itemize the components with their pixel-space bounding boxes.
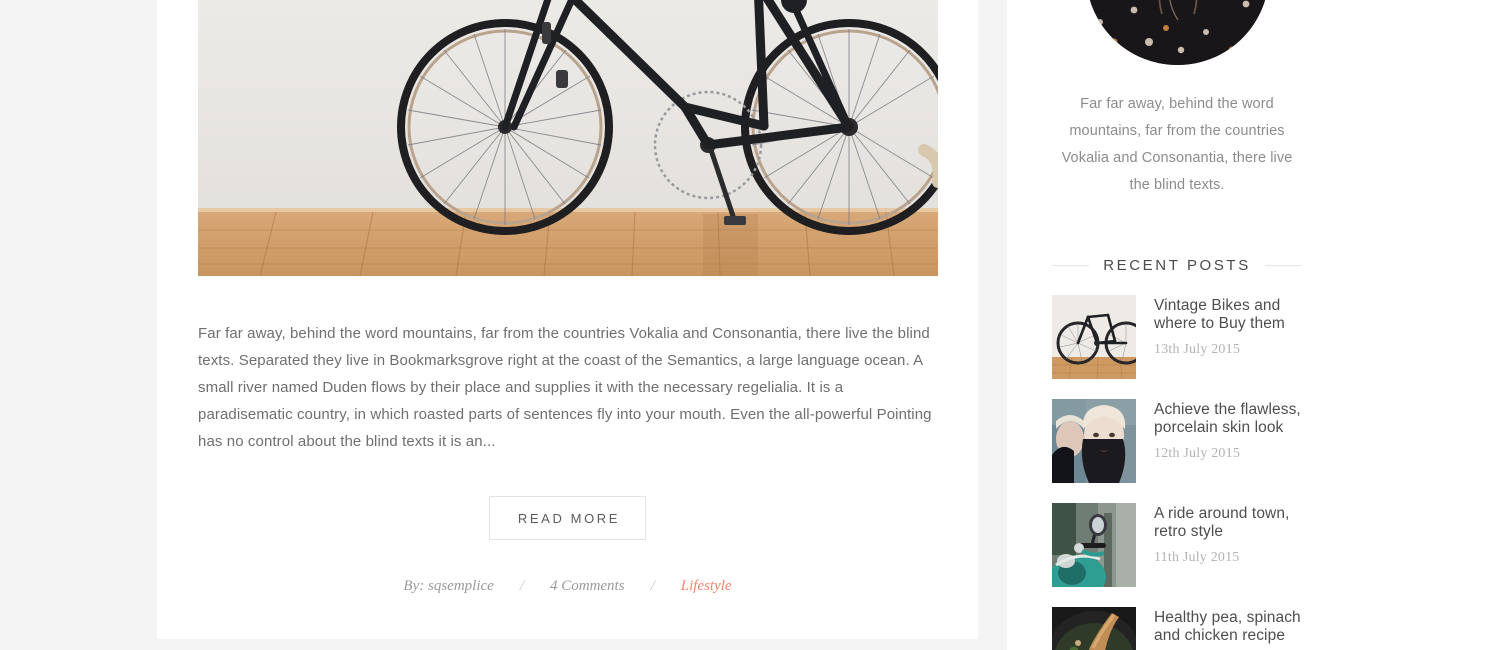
post-meta: By: sqsemplice / 4 Comments / Lifestyle bbox=[198, 578, 937, 639]
recent-post-thumbnail-food bbox=[1052, 607, 1136, 650]
about-widget bbox=[1052, 0, 1302, 65]
recent-post-thumbnail-portrait bbox=[1052, 399, 1136, 483]
recent-post-date: 11th July 2015 bbox=[1154, 550, 1240, 565]
recent-post-title: A ride around town, retro style bbox=[1154, 505, 1290, 540]
post-comments-link[interactable]: 4 Comments bbox=[550, 578, 625, 595]
avatar bbox=[1085, 0, 1269, 65]
recent-post-title: Vintage Bikes and where to Buy them bbox=[1154, 297, 1285, 332]
recent-post-item[interactable]: Healthy pea, spinach and chicken recipe … bbox=[1052, 607, 1302, 650]
post-body: Far far away, behind the word mountains,… bbox=[157, 276, 978, 639]
post-author-link[interactable]: By: sqsemplice bbox=[403, 578, 493, 595]
recent-posts-heading: RECENT POSTS bbox=[1052, 257, 1302, 274]
recent-post-thumbnail-bicycle bbox=[1052, 295, 1136, 379]
recent-post-thumbnail-scooter bbox=[1052, 503, 1136, 587]
about-text: Far far away, behind the word mountains,… bbox=[1061, 96, 1293, 193]
meta-separator-1: / bbox=[519, 578, 524, 594]
main-content-column: Far far away, behind the word mountains,… bbox=[157, 0, 978, 650]
recent-post-item[interactable]: Achieve the flawless, porcelain skin loo… bbox=[1052, 399, 1302, 483]
recent-post-date: 13th July 2015 bbox=[1154, 342, 1241, 357]
read-more-button[interactable]: READ MORE bbox=[488, 496, 647, 540]
post-excerpt: Far far away, behind the word mountains,… bbox=[198, 325, 932, 450]
recent-post-text: Healthy pea, spinach and chicken recipe … bbox=[1154, 607, 1302, 650]
recent-post-text: A ride around town, retro style 11th Jul… bbox=[1154, 503, 1302, 566]
recent-post-item[interactable]: A ride around town, retro style 11th Jul… bbox=[1052, 503, 1302, 587]
blog-page: Far far away, behind the word mountains,… bbox=[0, 0, 1500, 650]
post-featured-image[interactable] bbox=[198, 0, 938, 276]
card-gap bbox=[157, 639, 978, 650]
recent-post-item[interactable]: Vintage Bikes and where to Buy them 13th… bbox=[1052, 295, 1302, 379]
read-more-container: READ MORE bbox=[198, 496, 937, 540]
recent-post-date: 12th July 2015 bbox=[1154, 446, 1241, 461]
recent-posts-list: Vintage Bikes and where to Buy them 13th… bbox=[1052, 295, 1302, 650]
blog-post-card: Far far away, behind the word mountains,… bbox=[157, 0, 978, 639]
heading-rule-right bbox=[1264, 265, 1302, 266]
sidebar: Far far away, behind the word mountains,… bbox=[1052, 0, 1302, 650]
recent-post-title: Healthy pea, spinach and chicken recipe bbox=[1154, 609, 1301, 644]
recent-post-text: Achieve the flawless, porcelain skin loo… bbox=[1154, 399, 1302, 462]
post-category-link[interactable]: Lifestyle bbox=[681, 578, 732, 595]
bicycle-photo bbox=[198, 0, 938, 276]
meta-separator-2: / bbox=[650, 578, 655, 594]
heading-rule-left bbox=[1052, 265, 1090, 266]
recent-post-text: Vintage Bikes and where to Buy them 13th… bbox=[1154, 295, 1302, 358]
recent-post-title: Achieve the flawless, porcelain skin loo… bbox=[1154, 401, 1301, 436]
recent-posts-title: RECENT POSTS bbox=[1103, 257, 1251, 274]
